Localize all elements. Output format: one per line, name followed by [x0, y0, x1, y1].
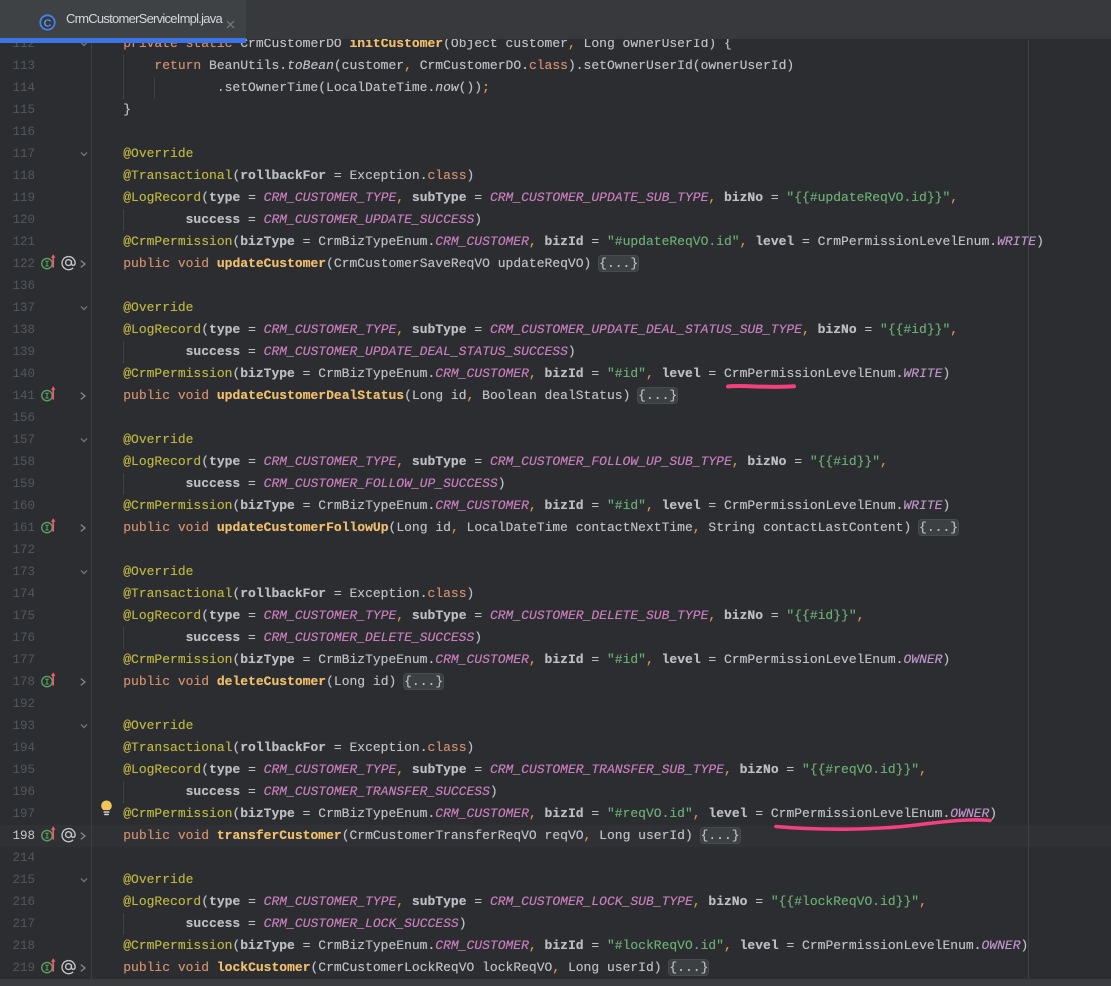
svg-text:C: C: [44, 17, 52, 29]
